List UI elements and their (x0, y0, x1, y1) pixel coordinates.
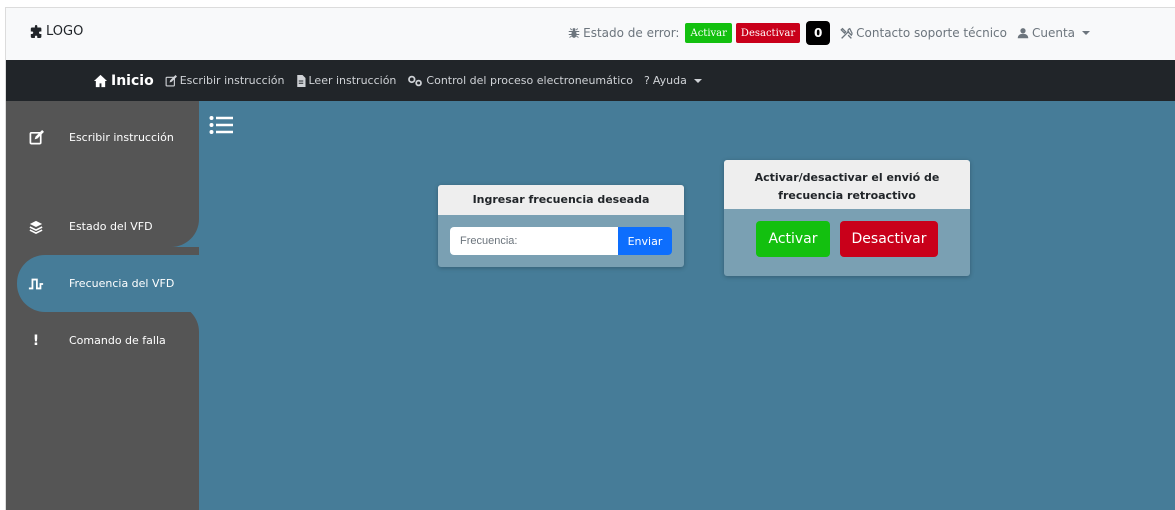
frequency-input-group: Enviar (450, 227, 672, 255)
sidebar-toggle-list-icon[interactable] (209, 115, 233, 139)
error-deactivate-button[interactable]: Desactivar (735, 23, 801, 43)
sidebar-item-vfd-status[interactable]: Estado del VFD (6, 198, 199, 255)
frequency-card: Ingresar frecuencia deseada Enviar (438, 185, 684, 267)
sidebar-item-fault-command[interactable]: ! Comando de falla (6, 312, 199, 369)
retroactive-card-title: Activar/desactivar el envió de frecuenci… (724, 160, 970, 209)
nav-read-instruction[interactable]: Leer instrucción (296, 74, 397, 87)
logo[interactable]: LOGO (30, 24, 83, 39)
account-dropdown[interactable]: Cuenta (1017, 26, 1090, 40)
main-navbar: Inicio Escribir instrucción Leer instruc… (6, 60, 1175, 101)
gears-icon (408, 75, 423, 86)
nav-help-label: Ayuda (652, 74, 687, 87)
exclamation-icon: ! (32, 332, 40, 349)
sidebar-item-label: Frecuencia del VFD (69, 277, 175, 290)
sidebar-item-write-instruction[interactable]: Escribir instrucción (6, 109, 199, 166)
nav-write-instruction[interactable]: Escribir instrucción (165, 74, 285, 87)
error-activate-button[interactable]: Activar (685, 23, 732, 43)
retro-activate-button[interactable]: Activar (756, 221, 830, 257)
retroactive-title-line1: Activar/desactivar el envió de (754, 171, 940, 184)
frequency-card-title: Ingresar frecuencia deseada (438, 185, 684, 215)
chevron-down-icon (693, 78, 702, 83)
support-link[interactable]: Contacto soporte técnico (840, 26, 1007, 40)
main-content: Escribir instrucción Estado del VFD Frec… (6, 101, 1175, 510)
layers-icon (28, 219, 44, 235)
header-actions: Estado de error: Activar Desactivar 0 Co… (568, 21, 1100, 45)
nav-home[interactable]: Inicio (93, 73, 154, 89)
user-icon (1017, 28, 1029, 39)
account-label: Cuenta (1031, 26, 1075, 40)
home-icon (93, 74, 108, 87)
bug-icon (568, 28, 580, 38)
tools-icon (840, 27, 853, 39)
question-icon: ? (644, 74, 650, 87)
nav-home-label: Inicio (111, 72, 154, 89)
nav-help-dropdown[interactable]: ? Ayuda (644, 74, 702, 87)
sidebar-item-vfd-frequency[interactable]: Frecuencia del VFD (17, 255, 199, 312)
retroactive-title-line2: frecuencia retroactivo (778, 189, 916, 202)
nav-process-control[interactable]: Control del proceso electroneumático (407, 74, 633, 87)
sidebar-item-label: Comando de falla (69, 334, 166, 347)
file-icon (296, 74, 305, 87)
edit-icon (165, 74, 177, 86)
logo-text: LOGO (46, 24, 84, 39)
error-count-badge: 0 (806, 21, 831, 45)
retro-deactivate-button[interactable]: Desactivar (840, 221, 938, 257)
frequency-input[interactable] (450, 227, 618, 255)
nav-write-label: Escribir instrucción (179, 74, 285, 87)
error-state-label: Estado de error: (583, 26, 680, 40)
sidebar-item-label: Escribir instrucción (69, 131, 174, 144)
send-frequency-button[interactable]: Enviar (618, 227, 672, 255)
support-label: Contacto soporte técnico (856, 26, 1007, 40)
nav-read-label: Leer instrucción (308, 74, 397, 87)
error-state: Estado de error: (568, 26, 679, 40)
app-window: LOGO Estado de error: Activar Desactivar… (5, 7, 1175, 510)
top-bar: LOGO Estado de error: Activar Desactivar… (6, 8, 1175, 60)
pulse-icon (28, 276, 44, 292)
chevron-down-icon (1082, 31, 1090, 35)
puzzle-icon (30, 25, 42, 38)
edit-icon (28, 130, 44, 146)
retroactive-frequency-card: Activar/desactivar el envió de frecuenci… (724, 160, 970, 276)
nav-control-label: Control del proceso electroneumático (426, 74, 634, 87)
sidebar-item-label: Estado del VFD (69, 220, 153, 233)
